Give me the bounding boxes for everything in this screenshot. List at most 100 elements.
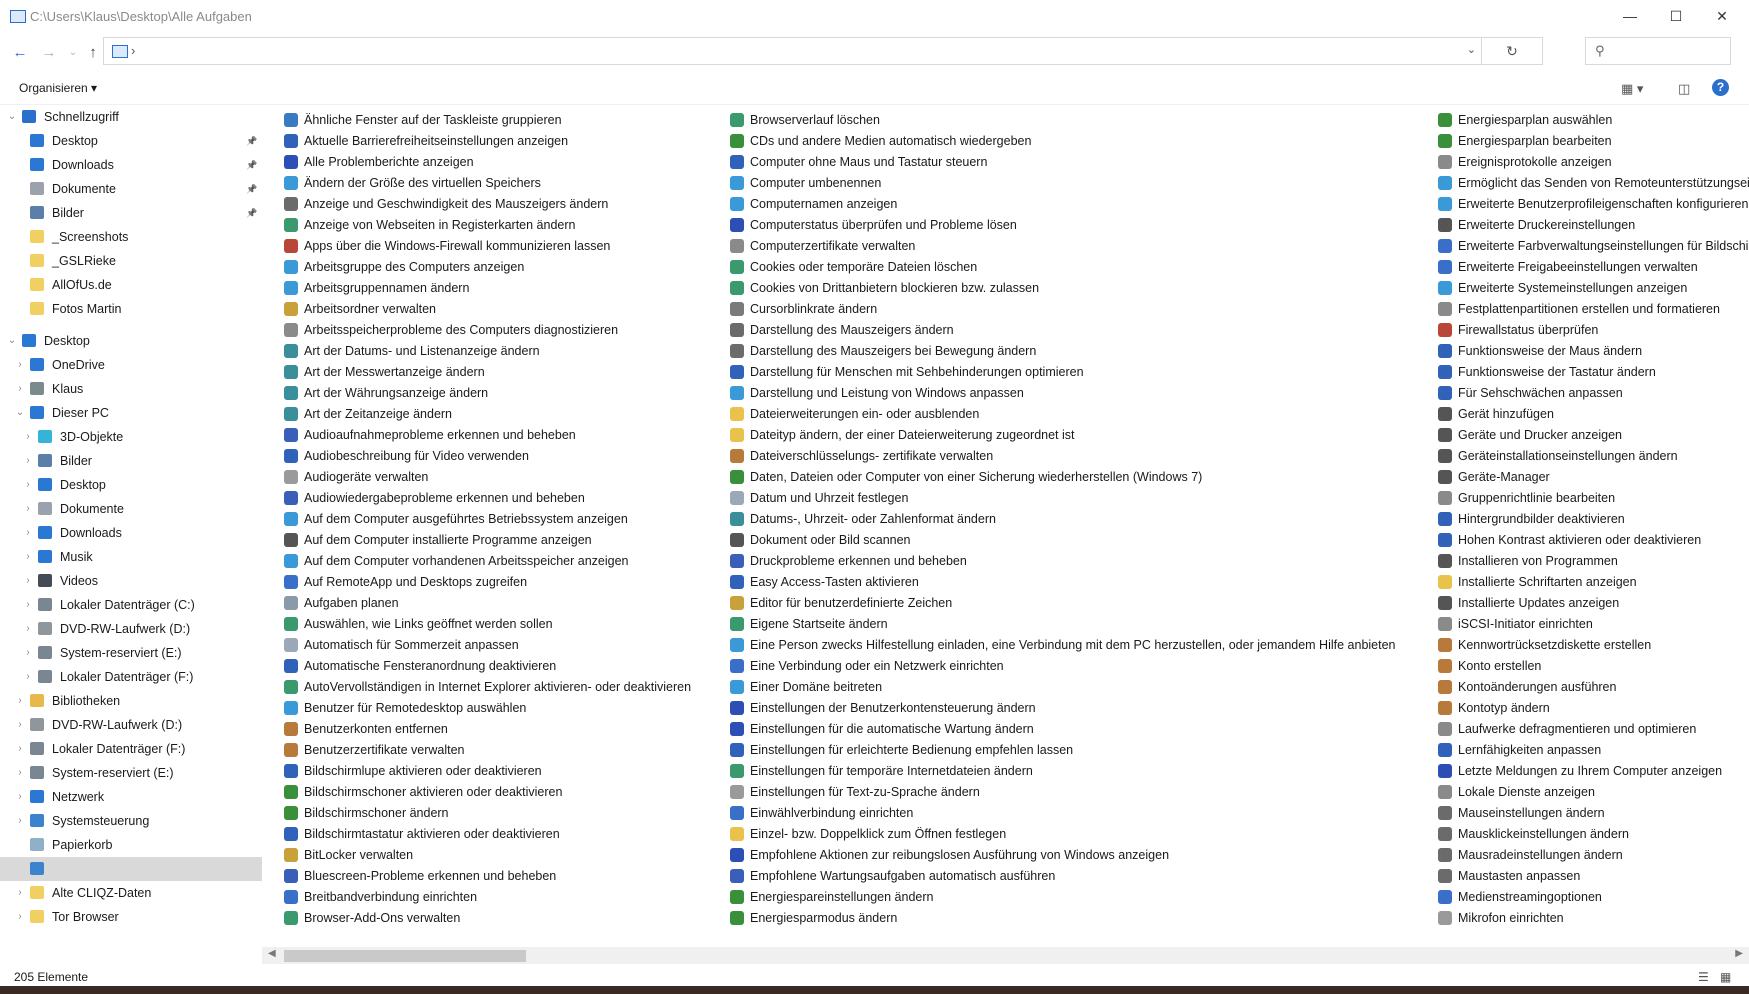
list-item[interactable]: Audiogeräte verwalten xyxy=(284,467,691,488)
nav-item[interactable]: AllOfUs.de xyxy=(0,273,262,297)
list-item[interactable]: Daten, Dateien oder Computer von einer S… xyxy=(730,467,1396,488)
list-item[interactable]: Kontoänderungen ausführen xyxy=(1438,677,1749,698)
search-input[interactable]: ⚲ xyxy=(1585,37,1731,65)
list-item[interactable]: Mikrofon einrichten xyxy=(1438,908,1749,929)
chevron-right-icon[interactable]: › xyxy=(22,569,34,593)
nav-item[interactable]: › System-reserviert (E:) xyxy=(0,641,262,665)
list-item[interactable]: Ereignisprotokolle anzeigen xyxy=(1438,152,1749,173)
list-item[interactable]: Energiesparplan auswählen xyxy=(1438,110,1749,131)
list-item[interactable]: Für Sehschwächen anpassen xyxy=(1438,383,1749,404)
nav-item[interactable]: › Alte CLIQZ-Daten xyxy=(0,881,262,905)
list-item[interactable]: iSCSI-Initiator einrichten xyxy=(1438,614,1749,635)
nav-item[interactable]: _GSLRieke xyxy=(0,249,262,273)
list-item[interactable]: Anzeige und Geschwindigkeit des Mauszeig… xyxy=(284,194,691,215)
list-item[interactable]: Art der Währungsanzeige ändern xyxy=(284,383,691,404)
list-item[interactable]: Geräteinstallationseinstellungen ändern xyxy=(1438,446,1749,467)
minimize-button[interactable]: — xyxy=(1607,0,1653,32)
list-item[interactable]: Erweiterte Benutzerprofileigenschaften k… xyxy=(1438,194,1749,215)
list-item[interactable]: Eigene Startseite ändern xyxy=(730,614,1396,635)
nav-item[interactable]: › Klaus xyxy=(0,377,262,401)
list-item[interactable]: Bluescreen-Probleme erkennen und beheben xyxy=(284,866,691,887)
list-item[interactable]: Art der Datums- und Listenanzeige ändern xyxy=(284,341,691,362)
large-icons-view-icon[interactable]: ▦ xyxy=(1720,970,1731,984)
list-item[interactable]: Darstellung des Mauszeigers ändern xyxy=(730,320,1396,341)
list-item[interactable]: Art der Messwertanzeige ändern xyxy=(284,362,691,383)
nav-item[interactable]: Fotos Martin xyxy=(0,297,262,321)
horizontal-scrollbar[interactable]: ◀ ▶ xyxy=(262,947,1749,964)
list-item[interactable]: Installierte Updates anzeigen xyxy=(1438,593,1749,614)
scroll-left-icon[interactable]: ◀ xyxy=(268,948,276,959)
list-item[interactable]: Computerstatus überprüfen und Probleme l… xyxy=(730,215,1396,236)
chevron-right-icon[interactable]: › xyxy=(22,617,34,641)
list-item[interactable]: Firewallstatus überprüfen xyxy=(1438,320,1749,341)
list-item[interactable]: Einwählverbindung einrichten xyxy=(730,803,1396,824)
organize-menu-button[interactable]: Organisieren ▾ xyxy=(19,81,97,95)
chevron-right-icon[interactable]: › xyxy=(22,593,34,617)
list-item[interactable]: Festplattenpartitionen erstellen und for… xyxy=(1438,299,1749,320)
list-item[interactable]: Energiespareinstellungen ändern xyxy=(730,887,1396,908)
chevron-right-icon[interactable]: › xyxy=(22,641,34,665)
address-dropdown-icon[interactable]: ⌄ xyxy=(1467,43,1476,56)
refresh-icon[interactable]: ↻ xyxy=(1481,38,1542,64)
pin-icon[interactable]: 📌 xyxy=(246,177,257,201)
nav-item[interactable]: › Netzwerk xyxy=(0,785,262,809)
nav-item[interactable]: › Musik xyxy=(0,545,262,569)
list-item[interactable]: Geräte-Manager xyxy=(1438,467,1749,488)
list-item[interactable]: Einstellungen der Benutzerkontensteuerun… xyxy=(730,698,1396,719)
list-item[interactable]: Bildschirmtastatur aktivieren oder deakt… xyxy=(284,824,691,845)
chevron-right-icon[interactable]: › xyxy=(22,497,34,521)
list-item[interactable]: Erweiterte Druckereinstellungen xyxy=(1438,215,1749,236)
nav-item[interactable]: › Tor Browser xyxy=(0,905,262,929)
list-item[interactable]: Aktuelle Barrierefreiheitseinstellungen … xyxy=(284,131,691,152)
list-item[interactable]: Kontotyp ändern xyxy=(1438,698,1749,719)
nav-item[interactable]: › OneDrive xyxy=(0,353,262,377)
list-item[interactable]: Ähnliche Fenster auf der Taskleiste grup… xyxy=(284,110,691,131)
list-item[interactable]: Laufwerke defragmentieren und optimieren xyxy=(1438,719,1749,740)
nav-item[interactable]: › DVD-RW-Laufwerk (D:) xyxy=(0,713,262,737)
list-item[interactable]: Auf RemoteApp und Desktops zugreifen xyxy=(284,572,691,593)
chevron-right-icon[interactable]: › xyxy=(14,785,26,809)
pin-icon[interactable]: 📌 xyxy=(246,153,257,177)
chevron-right-icon[interactable]: › xyxy=(14,905,26,929)
nav-item[interactable]: › Systemsteuerung xyxy=(0,809,262,833)
list-item[interactable]: Einstellungen für temporäre Internetdate… xyxy=(730,761,1396,782)
list-item[interactable]: Konto erstellen xyxy=(1438,656,1749,677)
nav-item[interactable]: › Lokaler Datenträger (F:) xyxy=(0,665,262,689)
list-item[interactable]: Letzte Meldungen zu Ihrem Computer anzei… xyxy=(1438,761,1749,782)
list-item[interactable]: Browser-Add-Ons verwalten xyxy=(284,908,691,929)
list-item[interactable]: Easy Access-Tasten aktivieren xyxy=(730,572,1396,593)
list-item[interactable]: Dateiverschlüsselungs- zertifikate verwa… xyxy=(730,446,1396,467)
list-item[interactable]: Gerät hinzufügen xyxy=(1438,404,1749,425)
list-item[interactable]: Arbeitsgruppennamen ändern xyxy=(284,278,691,299)
nav-item[interactable]: › System-reserviert (E:) xyxy=(0,761,262,785)
list-item[interactable]: Audiobeschreibung für Video verwenden xyxy=(284,446,691,467)
scroll-right-icon[interactable]: ▶ xyxy=(1735,948,1743,959)
list-item[interactable]: Medienstreamingoptionen xyxy=(1438,887,1749,908)
list-item[interactable]: AutoVervollständigen in Internet Explore… xyxy=(284,677,691,698)
list-item[interactable]: CDs und andere Medien automatisch wieder… xyxy=(730,131,1396,152)
list-item[interactable]: Dokument oder Bild scannen xyxy=(730,530,1396,551)
list-item[interactable]: Benutzerkonten entfernen xyxy=(284,719,691,740)
nav-item[interactable]: Dokumente 📌 xyxy=(0,177,262,201)
list-item[interactable]: Lernfähigkeiten anpassen xyxy=(1438,740,1749,761)
list-item[interactable]: Energiesparmodus ändern xyxy=(730,908,1396,929)
chevron-down-icon[interactable]: ⌄ xyxy=(14,401,26,425)
nav-item[interactable]: › DVD-RW-Laufwerk (D:) xyxy=(0,617,262,641)
list-item[interactable]: Computernamen anzeigen xyxy=(730,194,1396,215)
list-item[interactable]: Arbeitsgruppe des Computers anzeigen xyxy=(284,257,691,278)
chevron-down-icon[interactable]: ⌄ xyxy=(6,329,18,353)
list-item[interactable]: Auf dem Computer ausgeführtes Betriebssy… xyxy=(284,509,691,530)
list-item[interactable]: Bildschirmlupe aktivieren oder deaktivie… xyxy=(284,761,691,782)
list-item[interactable]: Datum und Uhrzeit festlegen xyxy=(730,488,1396,509)
list-item[interactable]: Hohen Kontrast aktivieren oder deaktivie… xyxy=(1438,530,1749,551)
list-item[interactable]: Einstellungen für Text-zu-Sprache ändern xyxy=(730,782,1396,803)
list-item[interactable]: Dateityp ändern, der einer Dateierweiter… xyxy=(730,425,1396,446)
maximize-button[interactable]: ☐ xyxy=(1653,0,1699,32)
list-item[interactable]: Cookies von Drittanbietern blockieren bz… xyxy=(730,278,1396,299)
chevron-right-icon[interactable]: › xyxy=(22,521,34,545)
list-item[interactable]: Darstellung und Leistung von Windows anp… xyxy=(730,383,1396,404)
pin-icon[interactable]: 📌 xyxy=(246,201,257,225)
chevron-right-icon[interactable]: › xyxy=(14,353,26,377)
list-item[interactable]: BitLocker verwalten xyxy=(284,845,691,866)
list-item[interactable]: Erweiterte Farbverwaltungseinstellungen … xyxy=(1438,236,1749,257)
